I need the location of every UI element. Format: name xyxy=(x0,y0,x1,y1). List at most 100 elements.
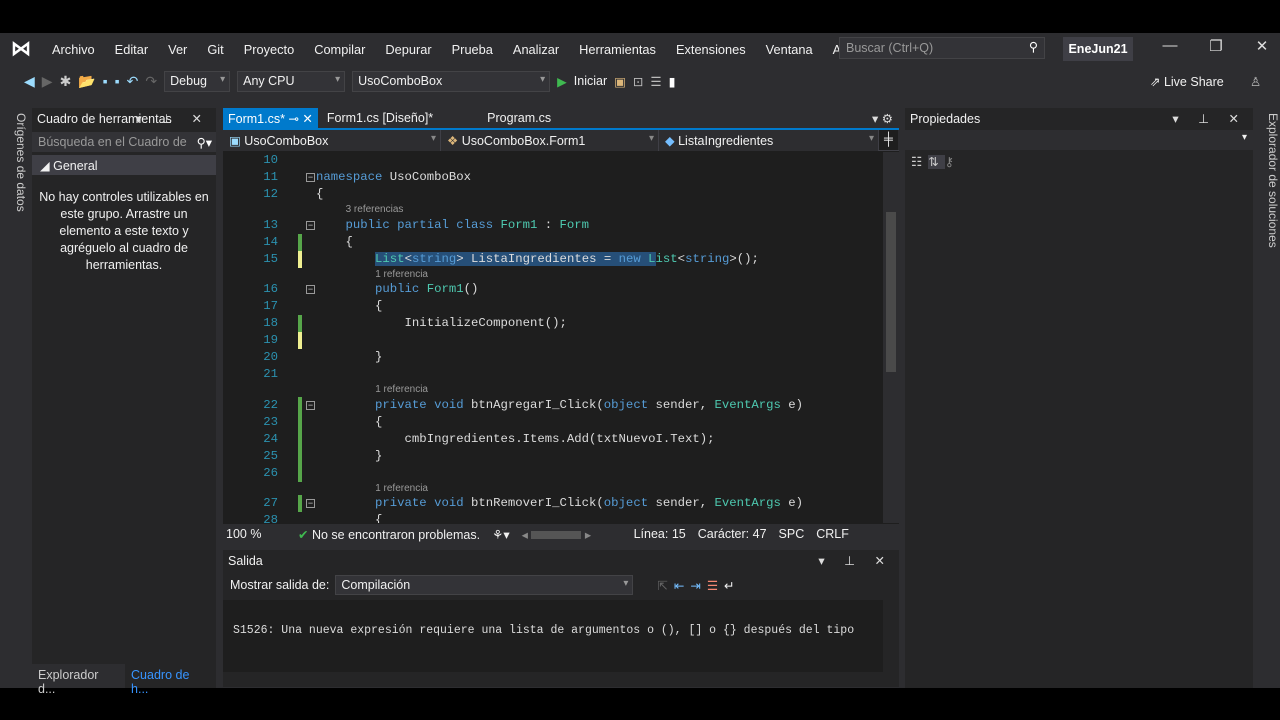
data-sources-tab[interactable]: Orígenes de datos xyxy=(6,105,28,212)
line-number: 12 xyxy=(263,187,278,201)
minimize-button[interactable]: — xyxy=(1150,37,1190,54)
toolbar-misc-icon[interactable]: ⊡ xyxy=(633,74,643,89)
output-text[interactable]: S1526: Una nueva expresión requiere una … xyxy=(223,600,883,672)
cleanup-icon[interactable]: ⚘▾ xyxy=(492,527,509,542)
startup-project-select[interactable]: UsoComboBox xyxy=(352,70,551,92)
collapse-icon[interactable]: − xyxy=(306,499,315,508)
tab-form1-cs[interactable]: Form1.cs* ⊸ ✕ xyxy=(223,108,318,128)
visual-studio-window: ⋈ Archivo Editar Ver Git Proyecto Compilar Dep… xyxy=(0,33,1280,696)
collapse-icon[interactable]: − xyxy=(306,285,315,294)
codelens-reference: 1 referencia xyxy=(223,268,883,282)
line-number: 21 xyxy=(263,367,278,381)
close-button[interactable]: ✕ xyxy=(1242,37,1280,55)
alphabetical-icon[interactable]: ⇅ xyxy=(928,155,945,169)
open-icon[interactable]: 📂 xyxy=(78,73,95,90)
member-nav-select[interactable]: ◆ ListaIngredientes xyxy=(659,130,879,151)
search-input[interactable]: Buscar (Ctrl+Q) ⚲ xyxy=(839,37,1045,59)
reference-count[interactable]: 1 referencia xyxy=(375,383,428,396)
events-icon[interactable]: ⚷ xyxy=(945,155,960,169)
vertical-scrollbar[interactable] xyxy=(883,152,899,523)
goto-icon[interactable]: ⇱ xyxy=(657,578,667,593)
toolbox-panel: Cuadro de herramientas ▾ ⊥ ✕ Búsqueda en … xyxy=(32,108,216,696)
scroll-thumb[interactable] xyxy=(886,212,896,372)
tab-form1-design[interactable]: Form1.cs [Diseño]* xyxy=(322,108,438,128)
solution-name[interactable]: EneJun21 xyxy=(1063,37,1133,61)
config-select[interactable]: Debug xyxy=(164,70,231,92)
indent-icon[interactable]: ☰ xyxy=(650,74,661,89)
find-in-files-icon[interactable]: ▣ xyxy=(614,74,626,89)
change-marker xyxy=(298,447,302,465)
save-icon[interactable]: ▪ xyxy=(103,73,108,89)
panel-controls[interactable]: ▾ ⊥ ✕ xyxy=(818,550,893,572)
menu-herramientas[interactable]: Herramientas xyxy=(569,42,666,57)
live-share-button[interactable]: ⇗ Live Share xyxy=(1150,74,1224,89)
word-wrap-icon[interactable]: ↵ xyxy=(724,578,734,593)
menu-prueba[interactable]: Prueba xyxy=(442,42,503,57)
start-button[interactable]: Iniciar xyxy=(574,74,607,88)
line-ending[interactable]: CRLF xyxy=(816,527,849,541)
platform-select[interactable]: Any CPU xyxy=(237,70,346,92)
save-all-icon[interactable]: ▪ xyxy=(115,73,120,89)
split-icon[interactable]: ╪ xyxy=(879,130,898,150)
code-area[interactable]: 10 11− namespace UsoComboBox 12{3 referenci… xyxy=(223,152,883,523)
pin-icon[interactable]: ⊸ xyxy=(288,112,298,126)
horizontal-scrollbar[interactable]: ◂ ▸ xyxy=(522,527,612,542)
panel-controls[interactable]: ▾ ⊥ ✕ xyxy=(135,108,210,130)
menu-proyecto[interactable]: Proyecto xyxy=(234,42,305,57)
reference-count[interactable]: 1 referencia xyxy=(375,268,428,281)
object-select[interactable]: ▾ xyxy=(905,130,1253,150)
project-nav-select[interactable]: ▣ UsoComboBox xyxy=(223,130,441,151)
tab-options-icon[interactable]: ▾ ⚙ xyxy=(872,111,893,126)
menu-depurar[interactable]: Depurar xyxy=(375,42,441,57)
new-project-icon[interactable]: ✱ xyxy=(60,73,72,90)
code-line: 17 { xyxy=(223,298,883,315)
close-tab-icon[interactable]: ✕ xyxy=(302,112,312,126)
menu-analizar[interactable]: Analizar xyxy=(503,42,569,57)
bookmark-icon[interactable]: ▮ xyxy=(669,74,676,89)
vs-logo-icon[interactable]: ⋈ xyxy=(10,38,32,60)
menu-extensiones[interactable]: Extensiones xyxy=(666,42,756,57)
menu-compilar[interactable]: Compilar xyxy=(304,42,375,57)
solution-explorer-tab[interactable]: Explorador de soluciones xyxy=(1258,105,1280,248)
categorized-icon[interactable]: ☷ xyxy=(911,155,928,169)
collapse-icon[interactable]: − xyxy=(306,173,315,182)
code-text: cmbIngredientes.Items.Add(txtNuevoI.Text… xyxy=(316,431,715,448)
code-token: object xyxy=(603,496,656,510)
code-text: public partial class Form1 : Form xyxy=(316,217,590,234)
zoom-select[interactable]: 100 % xyxy=(226,527,286,541)
menu-editar[interactable]: Editar xyxy=(105,42,158,57)
reference-count[interactable]: 3 referencias xyxy=(346,203,404,216)
menu-archivo[interactable]: Archivo xyxy=(42,42,105,57)
panel-controls[interactable]: ▾ ⊥ ✕ xyxy=(1172,108,1247,130)
change-marker xyxy=(298,233,302,251)
redo-icon[interactable]: ↷ xyxy=(145,73,157,90)
reference-count[interactable]: 1 referencia xyxy=(375,482,428,495)
code-line: 25 } xyxy=(223,447,883,465)
tab-toolbox[interactable]: Cuadro de h... xyxy=(125,664,216,696)
class-icon: ❖ xyxy=(447,134,462,148)
collapse-icon[interactable]: − xyxy=(306,220,315,230)
feedback-icon[interactable]: ♙ xyxy=(1250,74,1261,89)
play-icon[interactable]: ▶ xyxy=(557,74,567,89)
next-message-icon[interactable]: ⇥ xyxy=(690,578,700,593)
clear-all-icon[interactable]: ☰ xyxy=(707,578,718,593)
restore-button[interactable]: ❐ xyxy=(1196,37,1236,55)
type-nav-select[interactable]: ❖ UsoComboBox.Form1 xyxy=(441,130,659,151)
forward-icon[interactable]: ▶ xyxy=(42,73,53,90)
menu-ver[interactable]: Ver xyxy=(158,42,197,57)
prev-message-icon[interactable]: ⇤ xyxy=(674,578,684,593)
tab-program-cs[interactable]: Program.cs xyxy=(482,108,556,128)
code-token: > ListaIngredientes = xyxy=(456,251,619,266)
tab-server-explorer[interactable]: Explorador d... xyxy=(32,664,125,696)
code-token: Form1 xyxy=(500,217,538,232)
toolbox-search-input[interactable]: Búsqueda en el Cuadro de ⚲▾ xyxy=(32,132,216,152)
toolbox-group-general[interactable]: ◢ General xyxy=(32,155,216,175)
code-token: < xyxy=(677,251,686,266)
output-source-select[interactable]: Compilación xyxy=(335,575,634,595)
back-icon[interactable]: ◀ xyxy=(24,73,35,90)
collapse-icon[interactable]: − xyxy=(306,400,315,410)
undo-icon[interactable]: ↶ xyxy=(127,73,139,90)
problems-indicator[interactable]: ✔ No se encontraron problemas. xyxy=(298,527,480,542)
menu-git[interactable]: Git xyxy=(197,42,233,57)
menu-ventana[interactable]: Ventana xyxy=(756,42,823,57)
